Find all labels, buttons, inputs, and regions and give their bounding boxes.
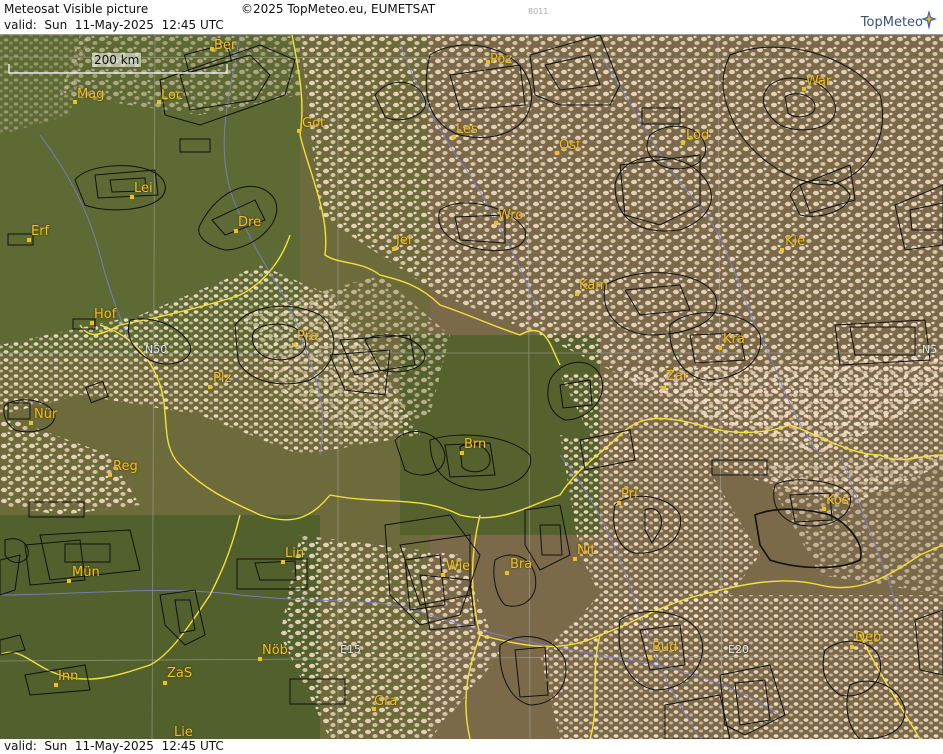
city-label-pri: Pri bbox=[621, 487, 638, 502]
city-label-bra: Bra bbox=[510, 557, 533, 572]
city-label-ost: Ost bbox=[559, 138, 582, 153]
city-label-war: War bbox=[806, 74, 832, 89]
coord-label-e15: E15 bbox=[340, 643, 361, 656]
city-marker-dot bbox=[681, 141, 685, 145]
city-label-lie: Lie bbox=[174, 725, 193, 739]
city-marker-dot bbox=[780, 248, 784, 252]
city-marker-dot bbox=[292, 343, 296, 347]
city-label-wie: Wie bbox=[446, 559, 471, 574]
city-label-lod: Lod bbox=[686, 128, 710, 143]
footer-bar: valid: Sun 11-May-2025 12:45 UTC bbox=[0, 739, 943, 754]
city-label-kie: Kie bbox=[785, 234, 806, 249]
city-marker-dot bbox=[29, 421, 33, 425]
city-marker-dot bbox=[441, 573, 445, 577]
city-label-nit: Nit bbox=[577, 543, 596, 558]
city-label-loc: Loc bbox=[161, 88, 184, 103]
image-code: 8011 bbox=[528, 7, 549, 16]
city-label-kos: Kos bbox=[826, 493, 849, 508]
coord-label-n50-left: N50 bbox=[145, 343, 168, 356]
city-marker-dot bbox=[208, 385, 212, 389]
city-label-gra: Gra bbox=[374, 694, 398, 709]
city-label-kam: Kam bbox=[579, 278, 608, 293]
city-label-wro: Wro bbox=[498, 208, 524, 223]
city-marker-dot bbox=[662, 386, 666, 390]
city-label-nur: Nür bbox=[34, 407, 58, 422]
valid-time-top: valid: Sun 11-May-2025 12:45 UTC bbox=[4, 18, 224, 32]
logo-text: TopMeteo bbox=[860, 15, 923, 30]
city-marker-dot bbox=[108, 473, 112, 477]
city-label-hof: Hof bbox=[94, 307, 117, 322]
header-bar: Meteosat Visible picture ©2025 TopMeteo.… bbox=[0, 0, 943, 35]
coord-label-e20: E20 bbox=[728, 643, 749, 656]
satellite-imagery bbox=[0, 35, 943, 739]
city-label-plz: Plz bbox=[213, 371, 232, 386]
city-marker-dot bbox=[505, 571, 509, 575]
city-label-mag: Mag bbox=[77, 87, 105, 102]
city-label-jel: Jel bbox=[396, 233, 412, 248]
city-label-dre: Dre bbox=[238, 215, 262, 230]
city-label-inn: Inn bbox=[58, 669, 79, 684]
city-label-deb: Deb bbox=[855, 630, 882, 645]
city-marker-dot bbox=[718, 346, 722, 350]
city-marker-dot bbox=[67, 579, 71, 583]
city-label-reg: Reg bbox=[113, 459, 138, 474]
city-marker-dot bbox=[648, 655, 652, 659]
city-label-lin: Lin bbox=[285, 546, 305, 561]
city-label-zas: ZaS bbox=[167, 666, 193, 681]
scale-label: 200 km bbox=[92, 53, 142, 67]
city-label-nob: Nöb bbox=[262, 643, 288, 658]
city-label-mun: Mün bbox=[72, 565, 100, 580]
city-label-bud: Bud bbox=[652, 640, 678, 655]
city-label-brn: Brn bbox=[464, 437, 487, 452]
city-label-les: Les bbox=[456, 122, 478, 137]
city-label-poz: Poz bbox=[490, 52, 513, 67]
copyright-text: ©2025 TopMeteo.eu, EUMETSAT bbox=[241, 2, 436, 16]
city-label-lei: Lei bbox=[134, 181, 153, 196]
city-label-kra: Kra bbox=[723, 332, 745, 347]
city-marker-dot bbox=[297, 129, 301, 133]
city-label-zar: Zar bbox=[666, 369, 689, 384]
city-label-erf: Erf bbox=[31, 224, 50, 239]
satellite-map[interactable]: 200 km N50 N5 E15 E20 Ber Poz War Mag Lo… bbox=[0, 35, 943, 739]
city-marker-dot bbox=[850, 645, 854, 649]
city-label-ber: Ber bbox=[214, 38, 237, 53]
valid-time-bottom: valid: Sun 11-May-2025 12:45 UTC bbox=[4, 739, 224, 753]
city-label-pra: Pra bbox=[297, 329, 318, 344]
city-label-got: Got bbox=[302, 116, 326, 131]
coord-label-n50-right: N5 bbox=[922, 343, 938, 356]
image-title: Meteosat Visible picture bbox=[4, 2, 149, 16]
city-marker-dot bbox=[163, 681, 167, 685]
